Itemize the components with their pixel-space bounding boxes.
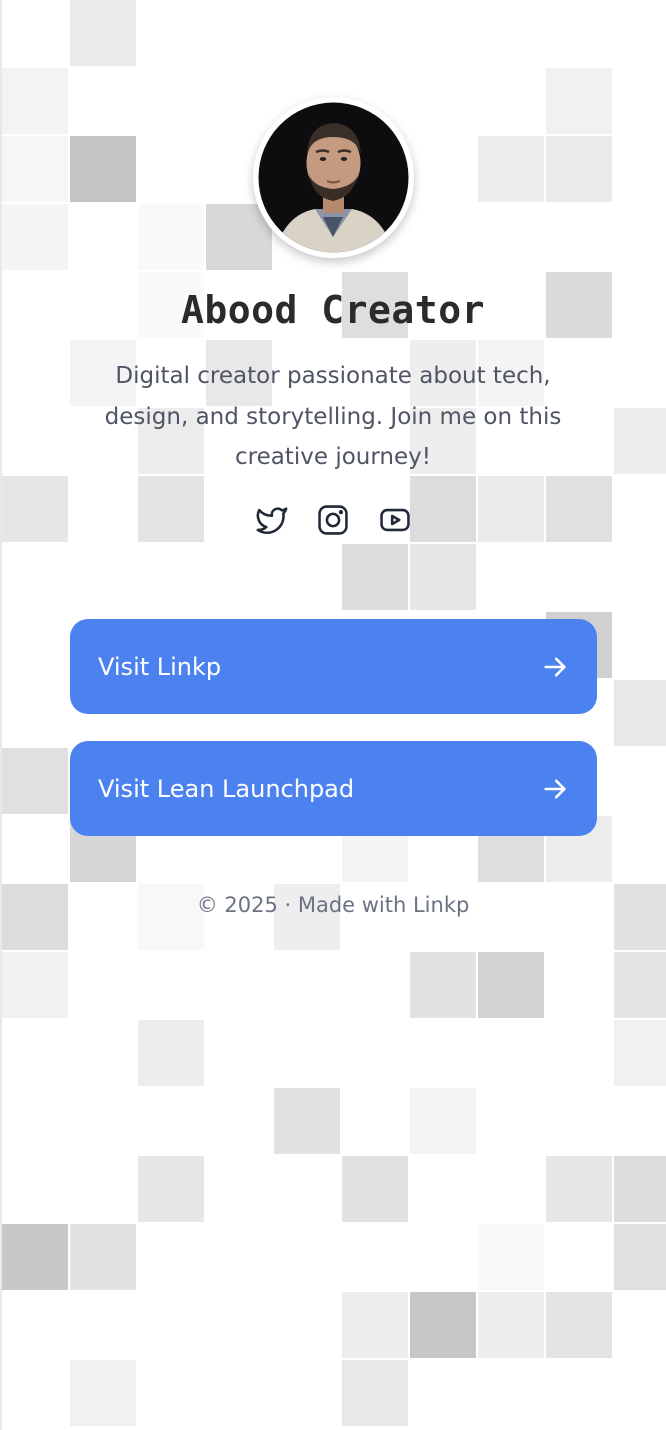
profile-bio: Digital creator passionate about tech, d… [104,363,562,470]
youtube-icon[interactable] [377,502,413,538]
link-button-label: Visit Linkp [98,652,222,681]
footer-text: © 2025 · Made with Linkp [196,893,470,917]
social-links [0,502,666,538]
instagram-icon[interactable] [315,502,351,538]
arrow-right-icon [544,779,566,798]
profile-name: Abood Creator [181,288,485,332]
twitter-icon[interactable] [254,502,290,538]
visit-lean-launchpad-button[interactable]: Visit Lean Launchpad [70,741,597,836]
profile-page: Abood Creator Digital creator passionate… [0,0,666,1430]
arrow-right-icon [544,657,566,676]
avatar [253,97,414,258]
link-button-label: Visit Lean Launchpad [98,774,355,803]
visit-linkp-button[interactable]: Visit Linkp [70,619,597,714]
